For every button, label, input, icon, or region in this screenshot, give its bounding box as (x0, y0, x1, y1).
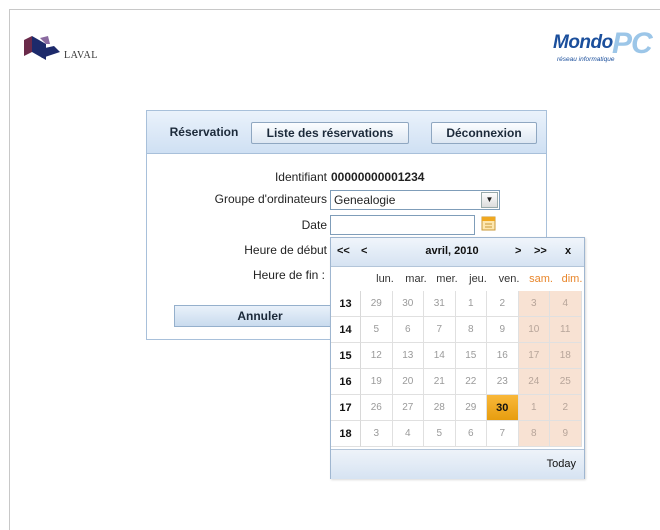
calendar-day[interactable]: 15 (455, 343, 487, 369)
nav-bar: Réservation Liste des réservations Décon… (147, 111, 546, 154)
close-calendar-button[interactable]: x (565, 245, 571, 257)
week-number: 18 (331, 421, 361, 447)
identifiant-label: Identifiant (274, 170, 327, 184)
calendar-day[interactable]: 29 (455, 395, 487, 421)
laval-logo: LAVAL (24, 36, 114, 64)
day-name: dim. (561, 273, 583, 285)
mondopc-logo: Mondo PC réseau informatique (553, 27, 660, 70)
calendar-day[interactable]: 9 (550, 421, 582, 447)
calendar-day[interactable]: 1 (518, 395, 550, 421)
calendar-day[interactable]: 27 (392, 395, 424, 421)
groupe-select-value: Genealogie (334, 193, 396, 207)
week-number: 14 (331, 317, 361, 343)
calendar-footer: Today (331, 449, 584, 479)
mondopc-logo-pc: PC (612, 27, 653, 60)
calendar-popup: << < avril, 2010 > >> x lun. mar. mer. jeu.… (330, 237, 585, 479)
calendar-day[interactable]: 8 (518, 421, 550, 447)
calendar-day[interactable]: 6 (392, 317, 424, 343)
heure-fin-label: Heure de fin : (252, 268, 325, 282)
calendar-day[interactable]: 22 (455, 369, 487, 395)
week-number: 13 (331, 291, 361, 317)
calendar-header: << < avril, 2010 > >> x (331, 238, 584, 267)
calendar-day[interactable]: 1 (455, 291, 487, 317)
next-month-button[interactable]: > (515, 245, 521, 257)
calendar-month-title: avril, 2010 (425, 245, 479, 257)
calendar-day[interactable]: 5 (361, 317, 393, 343)
calendar-day[interactable]: 9 (487, 317, 519, 343)
calendar-day[interactable]: 20 (392, 369, 424, 395)
calendar-day[interactable]: 6 (455, 421, 487, 447)
prev-year-button[interactable]: << (337, 245, 350, 257)
nav-deconnexion[interactable]: Déconnexion (431, 122, 537, 144)
date-label: Date (301, 218, 327, 232)
calendar-day[interactable]: 29 (361, 291, 393, 317)
calendar-day[interactable]: 5 (424, 421, 456, 447)
week-number: 16 (331, 369, 361, 395)
calendar-day[interactable]: 3 (518, 291, 550, 317)
calendar-icon[interactable] (481, 216, 496, 231)
day-name: jeu. (469, 273, 487, 285)
annuler-button[interactable]: Annuler (174, 305, 346, 327)
calendar-day[interactable]: 31 (424, 291, 456, 317)
calendar-day-selected[interactable]: 30 (487, 395, 519, 421)
heure-debut-label: Heure de début (244, 243, 327, 257)
calendar-day[interactable]: 18 (550, 343, 582, 369)
identifiant-value: 00000000001234 (331, 170, 425, 184)
calendar-day[interactable]: 30 (392, 291, 424, 317)
day-name: mar. (405, 273, 427, 285)
calendar-day[interactable]: 10 (518, 317, 550, 343)
calendar-day[interactable]: 12 (361, 343, 393, 369)
today-button[interactable]: Today (547, 458, 576, 470)
calendar-day[interactable]: 21 (424, 369, 456, 395)
calendar-day[interactable]: 7 (424, 317, 456, 343)
mondopc-tagline: réseau informatique (557, 56, 615, 63)
nav-liste-reservations[interactable]: Liste des réservations (251, 122, 409, 144)
groupe-select[interactable]: Genealogie ▼ (330, 190, 500, 210)
date-input[interactable] (330, 215, 475, 235)
day-name: ven. (498, 273, 520, 285)
week-number: 15 (331, 343, 361, 369)
chevron-down-icon[interactable]: ▼ (481, 192, 498, 208)
calendar-day[interactable]: 25 (550, 369, 582, 395)
calendar-day[interactable]: 14 (424, 343, 456, 369)
calendar-day[interactable]: 24 (518, 369, 550, 395)
calendar-day[interactable]: 17 (518, 343, 550, 369)
calendar-day[interactable]: 3 (361, 421, 393, 447)
mondopc-logo-text: Mondo (553, 32, 613, 53)
calendar-day[interactable]: 13 (392, 343, 424, 369)
calendar-day[interactable]: 8 (455, 317, 487, 343)
calendar-day[interactable]: 2 (550, 395, 582, 421)
calendar-day[interactable]: 19 (361, 369, 393, 395)
day-name: sam. (529, 273, 553, 285)
prev-month-button[interactable]: < (361, 245, 367, 257)
calendar-day[interactable]: 2 (487, 291, 519, 317)
calendar-day-names: lun. mar. mer. jeu. ven. sam. dim. (331, 267, 584, 291)
calendar-day[interactable]: 23 (487, 369, 519, 395)
calendar-day[interactable]: 4 (550, 291, 582, 317)
next-year-button[interactable]: >> (534, 245, 547, 257)
calendar-day[interactable]: 7 (487, 421, 519, 447)
calendar-day[interactable]: 4 (392, 421, 424, 447)
laval-logo-icon (24, 36, 60, 60)
week-number: 17 (331, 395, 361, 421)
calendar-day[interactable]: 26 (361, 395, 393, 421)
day-name: lun. (376, 273, 394, 285)
nav-reservation[interactable]: Réservation (163, 122, 245, 142)
day-name: mer. (436, 273, 458, 285)
groupe-label: Groupe d'ordinateurs (214, 192, 327, 206)
calendar-day[interactable]: 16 (487, 343, 519, 369)
calendar-day[interactable]: 28 (424, 395, 456, 421)
calendar-day[interactable]: 11 (550, 317, 582, 343)
laval-logo-text: LAVAL (64, 50, 98, 61)
